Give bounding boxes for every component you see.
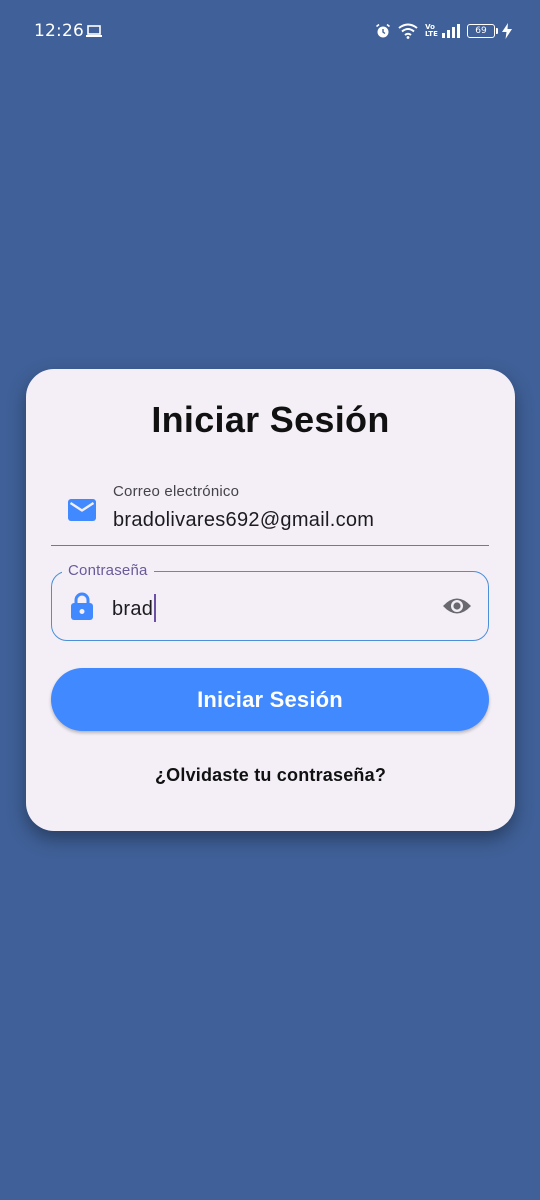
- volte-indicator: Vo LTE: [425, 23, 438, 38]
- laptop-icon: [86, 25, 102, 37]
- password-input-value[interactable]: brad: [112, 594, 157, 622]
- status-time: 12:26: [34, 21, 84, 41]
- status-icons: Vo LTE 69: [375, 21, 512, 41]
- text-cursor: [154, 594, 157, 622]
- email-label: Correo electrónico: [113, 483, 240, 500]
- signal-icon: [442, 24, 460, 38]
- password-label: Contraseña: [62, 562, 154, 579]
- login-title: Iniciar Sesión: [151, 399, 390, 440]
- login-card: Iniciar Sesión Correo electrónico bradol…: [26, 369, 515, 831]
- login-button[interactable]: Iniciar Sesión: [51, 668, 489, 731]
- wifi-icon: [398, 23, 418, 39]
- email-field[interactable]: Correo electrónico bradolivares692@gmail…: [51, 473, 489, 546]
- eye-icon[interactable]: [442, 594, 472, 618]
- charging-icon: [502, 23, 512, 39]
- battery-icon: 69: [467, 24, 498, 38]
- lock-icon: [71, 592, 93, 620]
- forgot-password-link[interactable]: ¿Olvidaste tu contraseña?: [26, 765, 515, 786]
- email-input-value[interactable]: bradolivares692@gmail.com: [113, 509, 374, 532]
- mail-icon: [68, 499, 96, 521]
- password-field[interactable]: Contraseña brad: [51, 562, 489, 641]
- alarm-icon: [376, 23, 390, 38]
- status-bar: 12:26 Vo LTE 69: [0, 0, 540, 62]
